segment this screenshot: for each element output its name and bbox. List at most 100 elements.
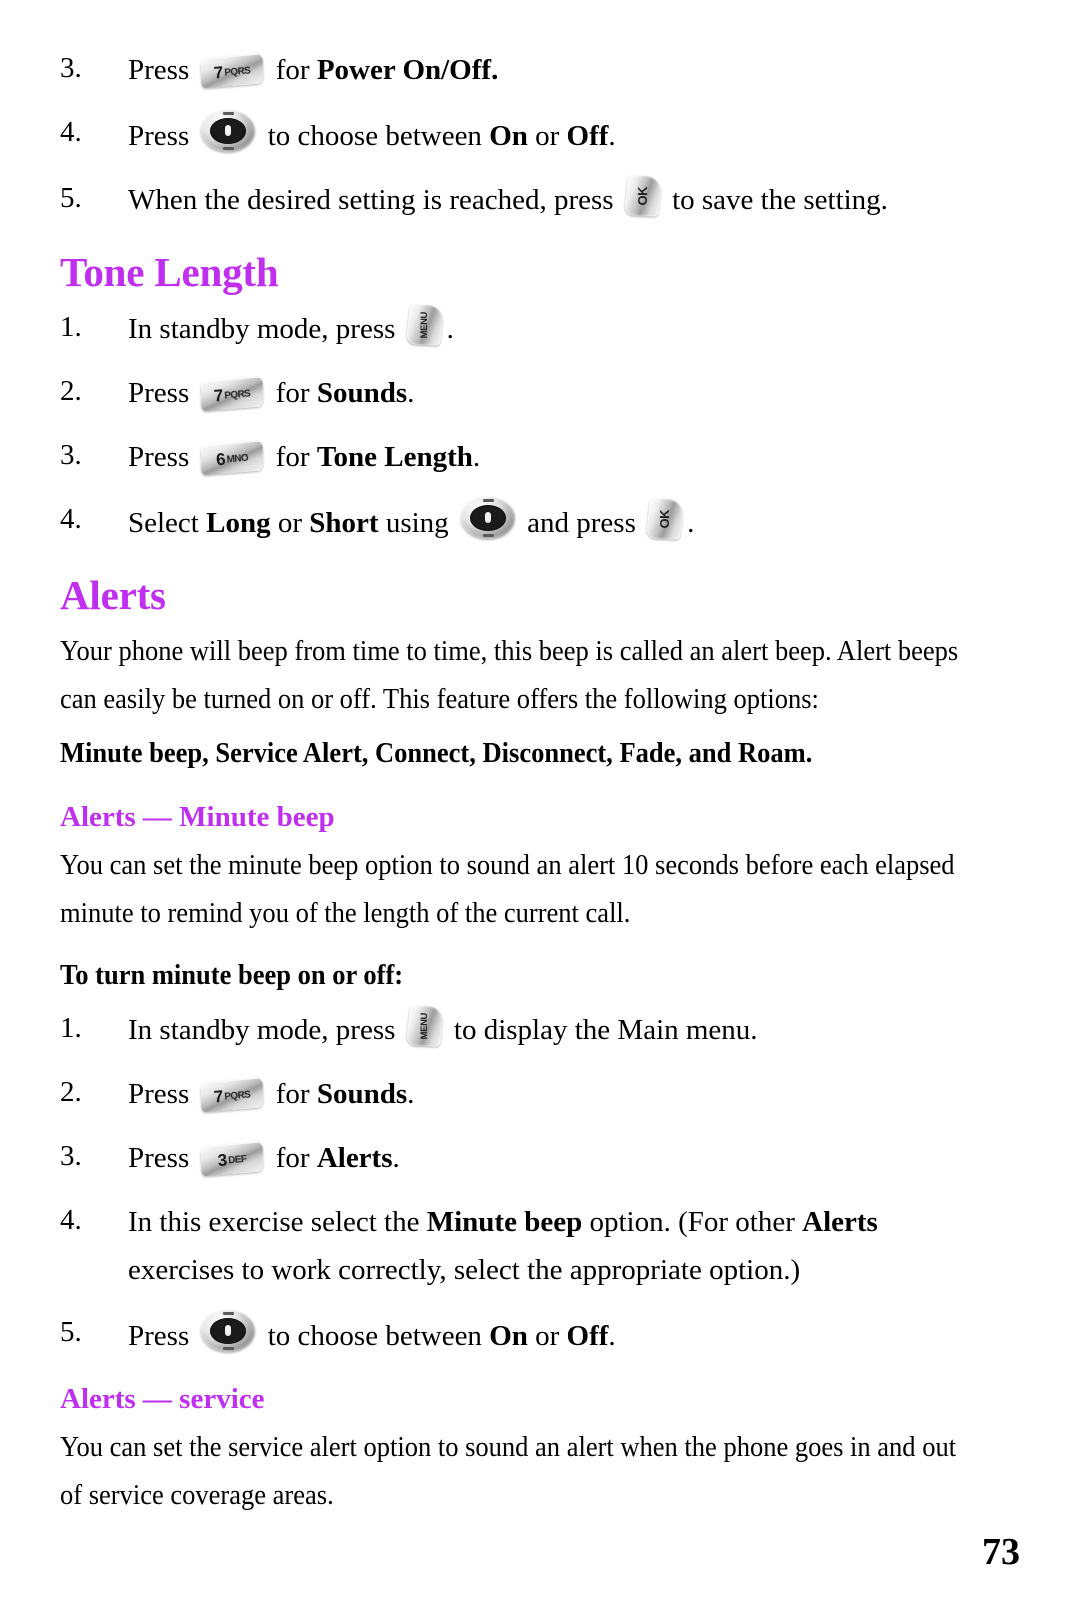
menu-soft-key-icon: MENU <box>405 1005 444 1047</box>
step-text-pre: When the desired setting is reached, pre… <box>128 184 614 216</box>
heading-alerts-service: Alerts — service <box>60 1383 265 1416</box>
step-text-mid: to save the setting. <box>672 184 888 216</box>
step-text-post: . <box>407 377 415 410</box>
step-number: 4. <box>60 1204 82 1237</box>
step-text-bold: On <box>489 120 528 152</box>
step-text: Press 3 DEF for Alerts. <box>128 1134 980 1182</box>
step-text-pre: Select <box>128 507 199 540</box>
step-number: 1. <box>60 311 82 344</box>
alerts-options-line: Minute beep, Service Alert, Connect, Dis… <box>60 738 813 770</box>
minute-beep-lead-in: To turn minute beep on or off: <box>60 960 404 992</box>
step-text: When the desired setting is reached, pre… <box>128 175 980 224</box>
step-text: In standby mode, press MENU . <box>128 304 980 353</box>
step-text-pre: Press <box>128 441 190 474</box>
step-text-pre: In standby mode, press <box>128 1014 396 1047</box>
step-text-bold: Long <box>206 507 271 540</box>
menu-soft-key-icon: MENU <box>405 304 444 346</box>
step-text-bold: Minute beep <box>426 1206 583 1239</box>
step-number: 3. <box>60 1140 82 1173</box>
step-text-post: . <box>407 1078 415 1111</box>
step-text-mid2: or <box>535 1320 560 1353</box>
step-text-pre: Press <box>128 120 190 152</box>
step-text-mid2: exercises to work correctly, select the … <box>128 1254 801 1287</box>
step-text: Press 7 PQRS for Sounds. <box>128 1070 980 1118</box>
step-text-mid: for <box>275 441 310 474</box>
step-item: 1. In standby mode, press MENU . <box>60 304 980 353</box>
minute-beep-steps: 1. In standby mode, press MENU to displa… <box>60 1005 980 1360</box>
heading-tone-length: Tone Length <box>60 249 279 295</box>
minute-beep-paragraph: You can set the minute beep option to so… <box>60 850 955 930</box>
key-digit: 3 <box>217 1150 229 1170</box>
ok-key-label: OK <box>657 509 673 529</box>
heading-alerts-minute-beep: Alerts — Minute beep <box>60 801 335 834</box>
page-number: 73 <box>982 1531 1020 1573</box>
navigation-key-icon <box>201 110 256 152</box>
key-digit: 7 <box>213 385 225 406</box>
step-text-bold2: Off <box>566 1320 609 1353</box>
menu-key-label: MENU <box>418 1012 430 1040</box>
step-text-post: . <box>608 1320 616 1353</box>
step-number: 4. <box>60 116 82 148</box>
step-text-mid: for <box>275 1142 310 1175</box>
step-text-bold: Sounds <box>316 1078 408 1111</box>
step-item: 4. Press to choose between On or Off. <box>60 110 980 160</box>
step-text: Press to choose between On or Off. <box>128 1310 980 1360</box>
key-letters: PQRS <box>224 1089 252 1103</box>
step-number: 4. <box>60 503 82 536</box>
key-7-pqrs-icon: 7 PQRS <box>201 376 264 412</box>
step-item: 3. Press 3 DEF for Alerts. <box>60 1134 980 1182</box>
key-letters: PQRS <box>224 388 252 402</box>
key-3-def-icon: 3 DEF <box>201 1141 264 1177</box>
step-text-pre: Press <box>128 1320 190 1353</box>
step-text: Select Long or Short using and press OK … <box>128 497 980 547</box>
ok-soft-key-icon: OK <box>623 175 662 217</box>
ok-key-label: OK <box>634 186 650 206</box>
step-text-mid: to display the Main menu. <box>453 1014 758 1047</box>
step-text-pre: Press <box>128 1078 190 1111</box>
step-text: Press 6 MNO for Tone Length. <box>128 433 980 481</box>
step-text-bold: Power On/Off <box>316 54 492 86</box>
step-text-post: . <box>491 54 499 86</box>
step-text-bold2: Off <box>566 120 609 152</box>
step-text-post: . <box>472 441 481 474</box>
key-letters: DEF <box>228 1153 248 1166</box>
key-digit: 7 <box>213 1086 225 1107</box>
step-item: 5. When the desired setting is reached, … <box>60 175 980 224</box>
step-text-pre: Press <box>128 377 190 410</box>
key-letters: MNO <box>226 452 249 466</box>
step-item: 3. Press 6 MNO for Tone Length. <box>60 433 980 481</box>
heading-alerts: Alerts <box>60 572 166 619</box>
step-text-bold: Tone Length <box>316 441 473 474</box>
step-text-bold2: Short <box>309 507 379 540</box>
step-number: 5. <box>60 182 82 214</box>
step-number: 3. <box>60 52 82 84</box>
step-text-mid: for <box>275 54 310 86</box>
step-text-mid: or <box>277 507 303 540</box>
step-item: 2. Press 7 PQRS for Sounds. <box>60 1070 980 1118</box>
step-text: Press to choose between On or Off. <box>128 110 980 160</box>
step-text: In standby mode, press MENU to display t… <box>128 1005 980 1054</box>
step-item: 5. Press to choose between On or Off. <box>60 1310 980 1360</box>
step-number: 5. <box>60 1316 82 1349</box>
step-text-mid: to choose between <box>267 1320 482 1353</box>
step-text-pre: In this exercise select the <box>128 1206 420 1239</box>
step-item: 2. Press 7 PQRS for Sounds. <box>60 369 980 417</box>
key-digit: 7 <box>213 62 225 83</box>
key-6-mno-icon: 6 MNO <box>201 440 264 476</box>
step-item: 1. In standby mode, press MENU to displa… <box>60 1005 980 1054</box>
step-text: In this exercise select the Minute beep … <box>128 1198 980 1294</box>
step-text-bold: On <box>489 1320 528 1353</box>
key-digit: 6 <box>215 449 227 469</box>
step-item: 3. Press 7 PQRS for Power On/Off. <box>60 46 980 94</box>
power-onoff-steps: 3. Press 7 PQRS for Power On/Off. 4. Pre… <box>60 46 980 224</box>
page-content: 3. Press 7 PQRS for Power On/Off. 4. Pre… <box>60 46 980 1526</box>
step-number: 2. <box>60 375 82 408</box>
step-text-mid3: and press <box>527 507 636 540</box>
step-item: 4. Select Long or Short using and press <box>60 497 980 547</box>
step-number: 1. <box>60 1012 82 1045</box>
alerts-service-paragraph: You can set the service alert option to … <box>60 1431 957 1511</box>
step-text-mid2: or <box>535 120 560 152</box>
step-text-mid: to choose between <box>267 120 482 152</box>
step-text: Press 7 PQRS for Sounds. <box>128 369 980 417</box>
step-text-pre: Press <box>128 54 190 86</box>
